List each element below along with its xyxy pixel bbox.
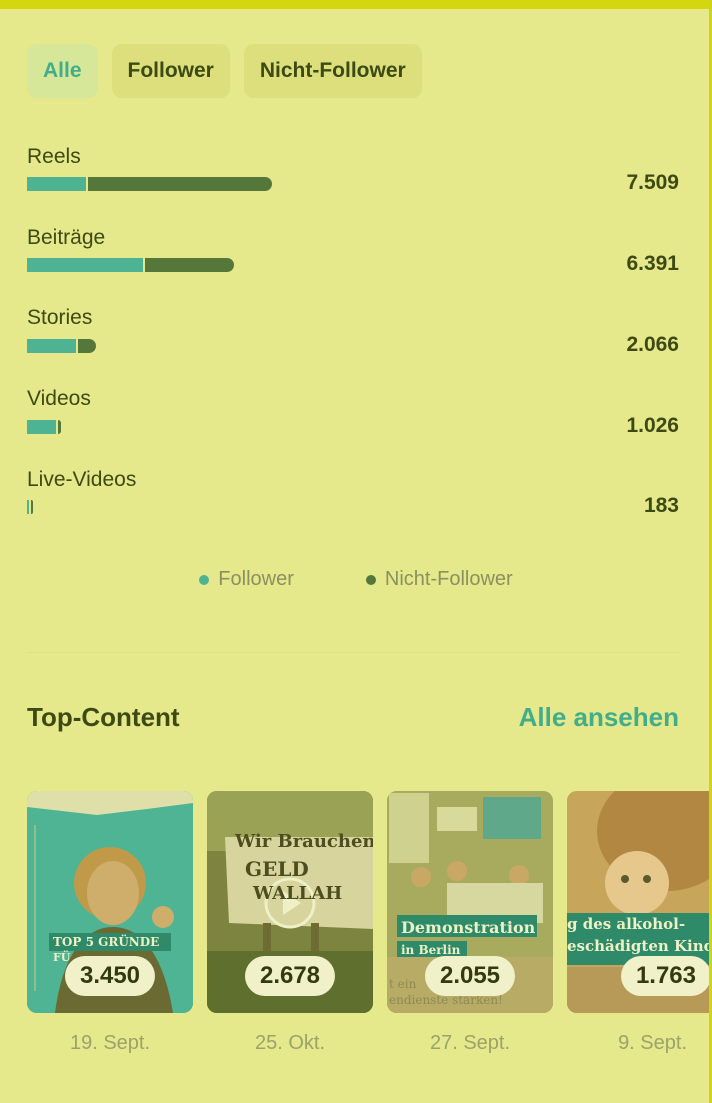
follower-segment [27,420,56,434]
chart-legend: Follower Nicht-Follower [0,568,712,591]
card-overlay-text: TOP 5 GRÜNDE [53,935,160,949]
metric-label-posts: Beiträge [27,226,106,249]
metric-label-videos: Videos [27,387,91,410]
card-metric-value: 2.055 [424,956,516,996]
non-follower-segment [88,177,272,191]
follower-segment [27,258,143,272]
card-overlay-text: in Berlin [401,943,461,957]
status-bar-strip [0,0,712,9]
metric-label-reels: Reels [27,145,81,168]
metric-value-videos: 1.026 [626,414,679,437]
metric-bar-videos [27,420,61,434]
audience-filter-tabs: Alle Follower Nicht-Follower [27,44,422,98]
content-card[interactable]: Demonstration in Berlin t ein endienste … [387,791,553,1013]
legend-label-follower: Follower [218,568,294,590]
card-date: 25. Okt. [254,1032,326,1054]
card-overlay-text: Demonstration [401,918,536,937]
follower-segment [27,339,76,353]
follower-segment [27,500,30,514]
card-metric-value: 2.678 [244,956,336,996]
see-all-link[interactable]: Alle ansehen [519,702,679,733]
tab-all[interactable]: Alle [27,44,98,98]
metric-label-live-videos: Live-Videos [27,468,137,491]
card-date: 9. Sept. [618,1032,687,1054]
legend-item-non-follower: Nicht-Follower [365,568,513,591]
metric-bar-reels [27,177,272,191]
card-metric-value: 1.763 [620,956,709,996]
card-overlay-text: WALLAH [253,883,343,904]
non-follower-segment [58,420,61,434]
follower-dot-icon [199,574,210,585]
legend-label-non-follower: Nicht-Follower [384,568,513,590]
metric-label-stories: Stories [27,306,93,329]
content-card[interactable]: Wir Brauchen GELD WALLAH 2.678 [207,791,373,1013]
content-card[interactable]: g des alkohol- eschädigten Kindes 1.763 [567,791,709,1013]
card-overlay-text: t ein [389,977,417,991]
card-metric-value: 3.450 [64,956,156,996]
metric-value-posts: 6.391 [626,252,679,275]
non-follower-segment [78,339,96,353]
content-card[interactable]: TOP 5 GRÜNDE FÜ 3.450 [27,791,193,1013]
tab-non-follower[interactable]: Nicht-Follower [243,44,422,98]
non-follower-segment [145,258,234,272]
metric-bar-posts [27,258,234,272]
card-date: 19. Sept. [69,1032,151,1054]
metric-value-live-videos: 183 [643,494,679,517]
metric-value-reels: 7.509 [626,171,679,194]
tab-follower[interactable]: Follower [111,44,230,98]
metric-value-stories: 2.066 [626,333,679,356]
card-overlay-text: g des alkohol- [567,915,686,933]
card-overlay-text: FÜ [53,951,71,964]
non-follower-segment [31,500,33,514]
follower-segment [27,177,86,191]
card-overlay-text: eschädigten Kindes [567,937,709,955]
metric-bar-live-videos [27,500,33,514]
card-overlay-text: Wir Brauchen [235,831,373,852]
metric-bar-stories [27,339,96,353]
card-date: 27. Sept. [429,1032,511,1054]
section-divider [27,652,679,653]
legend-item-follower: Follower [199,568,294,591]
section-title: Top-Content [27,702,180,732]
non-follower-dot-icon [365,574,376,585]
card-overlay-text: GELD [245,857,309,881]
